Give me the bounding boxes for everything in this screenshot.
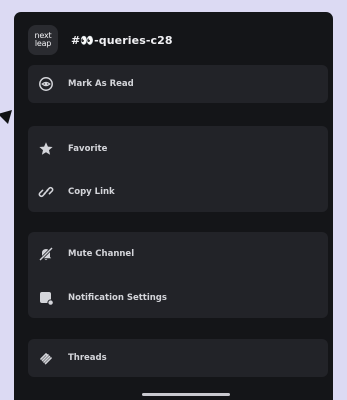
eye-icon [38, 76, 54, 92]
bell-off-icon [38, 246, 54, 262]
mark-as-read-item[interactable]: Mark As Read [28, 66, 328, 102]
threads-icon [38, 350, 54, 366]
notification-settings-label: Notification Settings [68, 293, 167, 303]
home-indicator [142, 393, 230, 396]
logo-text-bottom: leap [34, 39, 52, 48]
notification-settings-icon [38, 290, 54, 306]
copy-link-item[interactable]: Copy Link [28, 174, 328, 210]
mute-channel-label: Mute Channel [68, 249, 135, 259]
channel-options-sheet: next leap #👀-queries-c28 Mark As Read Fa… [14, 12, 333, 400]
menu-group-threads: Threads [28, 339, 328, 377]
menu-group-read: Mark As Read [28, 65, 328, 103]
favorite-item[interactable]: Favorite [28, 131, 328, 167]
sheet-header: next leap #👀-queries-c28 [28, 25, 173, 55]
mute-channel-item[interactable]: Mute Channel [28, 236, 328, 272]
favorite-label: Favorite [68, 144, 108, 154]
menu-group-favorite: Favorite Copy Link [28, 126, 328, 212]
screen: next leap #👀-queries-c28 Mark As Read Fa… [0, 0, 347, 400]
notification-settings-item[interactable]: Notification Settings [28, 280, 328, 316]
pointer-arrow-icon [0, 110, 12, 124]
link-icon [38, 184, 54, 200]
copy-link-label: Copy Link [68, 187, 115, 197]
server-logo[interactable]: next leap [28, 25, 58, 55]
threads-label: Threads [68, 353, 107, 363]
channel-title: #👀-queries-c28 [71, 33, 173, 47]
mark-as-read-label: Mark As Read [68, 79, 134, 89]
threads-item[interactable]: Threads [28, 340, 328, 376]
menu-group-notifications: Mute Channel Notification Settings [28, 232, 328, 318]
star-icon [38, 141, 54, 157]
